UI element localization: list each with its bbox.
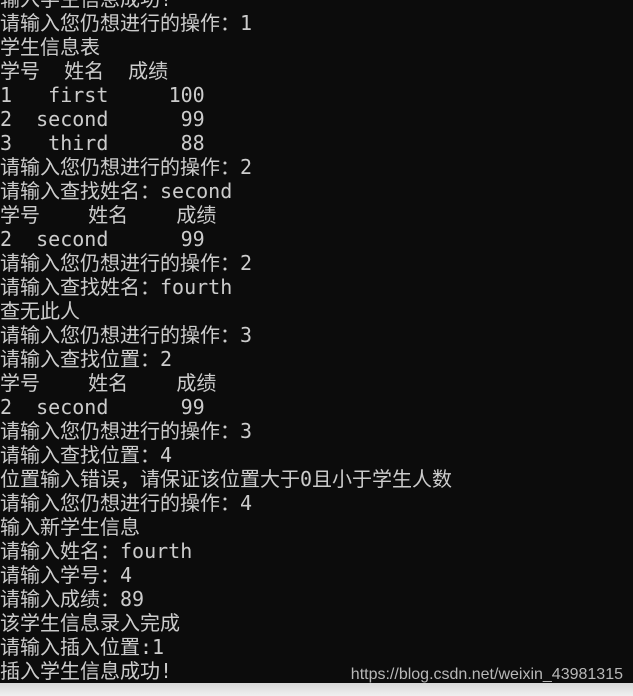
console-line: 请输入查找位置：2 bbox=[0, 347, 173, 371]
console-line: 1 first 100 bbox=[0, 83, 205, 107]
console-line: 请输入学号：4 bbox=[0, 563, 133, 587]
console-line: 请输入成绩：89 bbox=[0, 587, 145, 611]
console-line: 2 second 99 bbox=[0, 227, 205, 251]
console-line: 2 second 99 bbox=[0, 107, 205, 131]
console-line: 请输入插入位置:1 bbox=[0, 635, 165, 659]
console-line: 请输入查找姓名：fourth bbox=[0, 275, 233, 299]
console-line: 输入新学生信息 bbox=[0, 515, 140, 539]
watermark: https://blog.csdn.net/weixin_43981315 bbox=[350, 666, 623, 683]
console-line: 请输入查找位置：4 bbox=[0, 443, 173, 467]
console-line: 请输入您仍想进行的操作：2 bbox=[0, 155, 253, 179]
console-line: 学号 姓名 成绩 bbox=[0, 203, 217, 227]
console-line: 位置输入错误，请保证该位置大于0且小于学生人数 bbox=[0, 467, 453, 491]
console-output: 输入学生信息成功!请输入您仍想进行的操作：1学生信息表学号 姓名 成绩1 fir… bbox=[0, 0, 452, 683]
console-line: 请输入姓名：fourth bbox=[0, 539, 193, 563]
console-line: 3 third 88 bbox=[0, 131, 205, 155]
console-line: 学号 姓名 成绩 bbox=[0, 371, 217, 395]
console-line: 2 second 99 bbox=[0, 395, 205, 419]
window-bottom-edge bbox=[0, 683, 633, 696]
console-line: 请输入您仍想进行的操作：4 bbox=[0, 491, 253, 515]
console-line: 请输入您仍想进行的操作：1 bbox=[0, 11, 253, 35]
console-line: 学生信息表 bbox=[0, 35, 100, 59]
console-line: 请输入查找姓名：second bbox=[0, 179, 233, 203]
console-line: 学号 姓名 成绩 bbox=[0, 59, 169, 83]
console-line: 该学生信息录入完成 bbox=[0, 611, 180, 635]
console-line: 输入学生信息成功! bbox=[0, 0, 452, 11]
console-line: 请输入您仍想进行的操作：3 bbox=[0, 323, 253, 347]
console-line: 请输入您仍想进行的操作：3 bbox=[0, 419, 253, 443]
console-line: 请输入您仍想进行的操作：2 bbox=[0, 251, 253, 275]
console-line: 查无此人 bbox=[0, 299, 80, 323]
